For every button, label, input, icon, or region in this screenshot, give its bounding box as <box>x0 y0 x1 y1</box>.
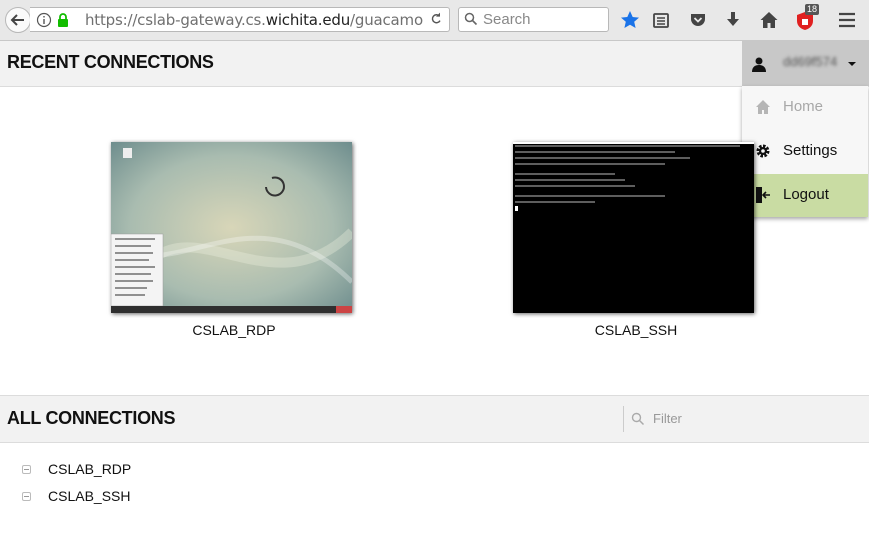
menu-item-logout[interactable]: Logout <box>742 174 868 217</box>
recent-connections-header: RECENT CONNECTIONS <box>0 41 869 87</box>
user-dropdown-menu: Home Settings Logout <box>742 86 868 217</box>
username-label: dd69f574 <box>783 54 838 69</box>
back-arrow-icon <box>10 14 24 26</box>
bookmark-star-icon[interactable] <box>620 10 640 30</box>
recent-connection-label-ssh[interactable]: CSLAB_SSH <box>536 322 736 338</box>
filter-input[interactable]: Filter <box>653 411 682 426</box>
back-button[interactable] <box>5 7 31 33</box>
menu-item-settings[interactable]: Settings <box>742 130 868 173</box>
expander-icon[interactable] <box>22 492 31 501</box>
recent-connection-thumbnail-rdp[interactable] <box>111 142 352 313</box>
search-placeholder: Search <box>483 11 531 28</box>
lock-icon[interactable] <box>56 12 70 28</box>
logout-icon <box>756 187 770 203</box>
filter-search-icon <box>631 412 645 426</box>
chevron-down-icon <box>848 62 856 66</box>
menu-item-settings-label: Settings <box>783 142 838 159</box>
download-icon[interactable] <box>723 10 743 30</box>
recent-connection-label-rdp[interactable]: CSLAB_RDP <box>134 322 334 338</box>
browser-toolbar: https://cslab-gateway.cs.wichita.edu/gua… <box>0 0 869 41</box>
ublock-badge: 18 <box>805 4 820 15</box>
user-icon <box>752 57 766 72</box>
search-input[interactable]: Search <box>458 7 609 32</box>
connection-label[interactable]: CSLAB_RDP <box>48 461 131 477</box>
gear-icon <box>756 144 770 158</box>
pocket-icon[interactable] <box>688 10 708 30</box>
menu-item-home[interactable]: Home <box>742 86 868 129</box>
connection-label[interactable]: CSLAB_SSH <box>48 488 130 504</box>
url-separator <box>449 12 450 32</box>
url-prefix: https://cslab-gateway.cs. <box>85 11 266 29</box>
user-menu-button[interactable]: dd69f574 <box>742 41 869 86</box>
search-icon <box>464 12 478 26</box>
menu-icon[interactable] <box>837 10 857 30</box>
info-icon[interactable] <box>36 12 52 28</box>
all-connections-title: ALL CONNECTIONS <box>7 408 176 428</box>
url-bar[interactable]: https://cslab-gateway.cs.wichita.edu/gua… <box>30 7 450 32</box>
home-icon <box>756 100 770 114</box>
all-connections-header: ALL CONNECTIONS Filter <box>0 395 869 443</box>
rdp-desktop-preview <box>111 142 352 313</box>
url-host: wichita.edu <box>265 11 351 29</box>
menu-item-home-label: Home <box>783 98 824 115</box>
url-suffix: /guacamo <box>350 11 423 29</box>
home-icon[interactable] <box>759 10 779 30</box>
recent-connections-title: RECENT CONNECTIONS <box>7 52 214 72</box>
reload-icon[interactable] <box>428 11 444 27</box>
expander-icon[interactable] <box>22 465 31 474</box>
menu-item-logout-label: Logout <box>783 186 829 203</box>
filter-separator <box>623 406 624 432</box>
reading-list-icon[interactable] <box>651 10 671 30</box>
recent-connection-thumbnail-ssh[interactable] <box>513 142 754 313</box>
ssh-terminal-preview <box>513 142 754 313</box>
url-text[interactable]: https://cslab-gateway.cs.wichita.edu/gua… <box>85 11 423 29</box>
